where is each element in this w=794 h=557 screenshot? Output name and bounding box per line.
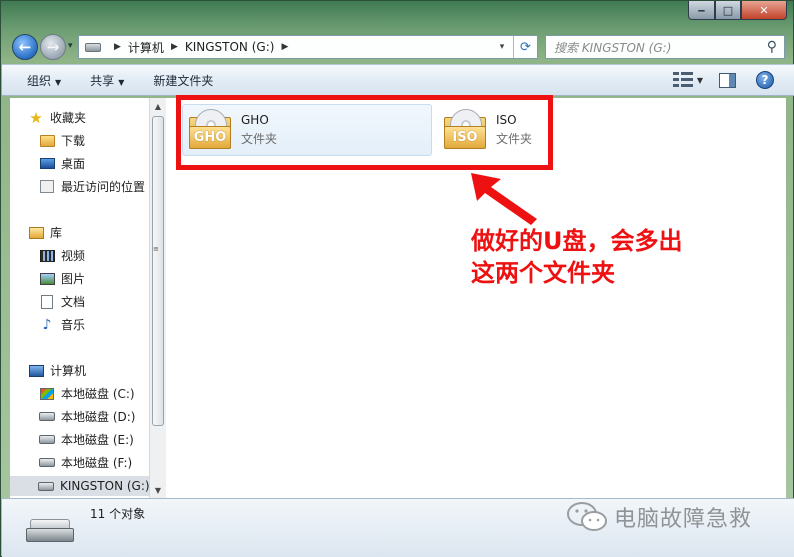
recent-pages-dropdown[interactable]: ▾ [68,41,73,51]
breadcrumb-computer[interactable]: 计算机 [128,39,164,56]
minimize-button[interactable]: ‒ [688,1,715,20]
sidebar-item-drive-f[interactable]: 本地磁盘 (F:) [39,454,132,471]
annotation-line-1: 做好的U盘，会多出 [471,227,683,255]
breadcrumb-separator[interactable]: ▶ [281,42,288,52]
video-icon [39,249,55,262]
watermark-text: 电脑故障急救 [614,507,753,532]
new-folder-button[interactable]: 新建文件夹 [153,72,213,89]
download-folder-icon [39,134,55,147]
sidebar-item-drive-e[interactable]: 本地磁盘 (E:) [39,431,134,448]
share-menu[interactable]: 共享 ▼ [90,72,124,89]
sidebar-item-pictures[interactable]: 图片 [39,270,85,287]
refresh-icon: ⟳ [520,39,531,55]
file-type: 文件夹 [241,132,278,146]
preview-pane-icon[interactable] [719,72,736,88]
scrollbar-thumb[interactable] [152,116,164,426]
annotation-text: 做好的U盘，会多出 这两个文件夹 [471,225,711,289]
navigation-scrollbar[interactable]: ▲ ≡ ▼ [149,98,166,498]
document-icon [41,294,53,309]
sidebar-item-drive-d[interactable]: 本地磁盘 (D:) [39,408,135,425]
navigation-pane: ★ 收藏夹 下载 桌面 最近访问的位置 库 视频 图片 文档 ♪ 音乐 计算机 本地… [10,98,166,498]
file-list: GHO GHO 文件夹 ISO ISO 文件夹 [166,98,786,498]
organize-menu[interactable]: 组织 ▼ [27,72,61,89]
close-button[interactable]: ✕ [741,1,787,20]
computer-icon [28,364,44,377]
system-drive-icon [40,387,54,400]
drive-icon [39,435,55,444]
command-bar: 组织 ▼ 共享 ▼ 新建文件夹 ▼ ? [2,64,794,96]
change-view-icon[interactable] [672,72,693,88]
file-name: GHO [241,113,269,127]
folder-badge: ISO [444,126,486,149]
search-input[interactable]: 搜索 KINGSTON (G:) ⚲ [545,35,785,59]
help-icon[interactable]: ? [756,71,774,89]
chevron-down-icon: ▼ [118,77,125,87]
scrollbar-grip: ≡ [153,245,159,253]
arrow-left-icon: ← [18,38,32,56]
sidebar-item-drive-g[interactable]: KINGSTON (G:) [10,476,158,496]
recent-places-icon [40,180,54,193]
sidebar-item-computer[interactable]: 计算机 [28,362,86,379]
drive-icon [85,42,101,52]
breadcrumb-drive[interactable]: KINGSTON (G:) [185,40,275,54]
chevron-down-icon: ▼ [55,77,62,87]
usb-drive-icon [26,519,74,543]
sidebar-item-documents[interactable]: 文档 [39,293,85,310]
desktop-icon [39,158,55,169]
sidebar-item-drive-c[interactable]: 本地磁盘 (C:) [39,385,135,402]
window-controls: ‒ □ ✕ [688,1,787,20]
file-name: ISO [496,113,517,127]
disc-folder-icon: ISO [442,109,488,151]
file-type: 文件夹 [496,132,533,146]
forward-button[interactable]: → [40,34,66,60]
list-item-iso[interactable]: ISO ISO 文件夹 [438,104,548,156]
view-options-dropdown[interactable]: ▼ [697,76,703,85]
item-count: 11 个对象 [90,507,146,521]
refresh-button[interactable]: ⟳ [513,36,537,58]
sidebar-item-recent[interactable]: 最近访问的位置 [39,178,145,195]
sidebar-item-libraries[interactable]: 库 [28,224,62,241]
folder-badge: GHO [189,126,231,149]
watermark: 电脑故障急救 [566,501,752,533]
address-bar[interactable]: ▶ 计算机 ▶ KINGSTON (G:) ▶ ▾ ⟳ [78,35,538,59]
scroll-down-arrow[interactable]: ▼ [150,482,166,498]
search-placeholder: 搜索 KINGSTON (G:) [554,40,672,55]
address-history-dropdown[interactable]: ▾ [491,36,513,58]
drive-icon [39,412,55,421]
search-icon[interactable]: ⚲ [767,39,777,55]
sidebar-item-downloads[interactable]: 下载 [39,132,85,149]
wechat-logo-icon [567,502,607,531]
library-icon [28,226,44,239]
scroll-up-arrow[interactable]: ▲ [150,98,166,114]
sidebar-item-favorites[interactable]: ★ 收藏夹 [28,108,86,127]
list-item-gho[interactable]: GHO GHO 文件夹 [182,104,432,156]
arrow-right-icon: → [46,38,60,56]
usb-drive-icon [38,481,54,491]
music-note-icon: ♪ [42,316,52,333]
picture-icon [39,272,55,285]
sidebar-item-desktop[interactable]: 桌面 [39,155,85,172]
sidebar-item-videos[interactable]: 视频 [39,247,85,264]
breadcrumb-separator[interactable]: ▶ [171,42,178,52]
drive-icon [39,458,55,467]
breadcrumb-separator[interactable]: ▶ [114,42,121,52]
annotation-line-2: 这两个文件夹 [471,259,615,287]
disc-folder-icon: GHO [187,109,233,151]
sidebar-item-music[interactable]: ♪ 音乐 [39,316,85,333]
explorer-window: ‒ □ ✕ ← → ▾ ▶ 计算机 ▶ KINGSTON (G:) ▶ ▾ ⟳ … [0,0,794,557]
star-icon: ★ [29,108,43,127]
maximize-button[interactable]: □ [715,1,741,20]
back-button[interactable]: ← [12,34,38,60]
